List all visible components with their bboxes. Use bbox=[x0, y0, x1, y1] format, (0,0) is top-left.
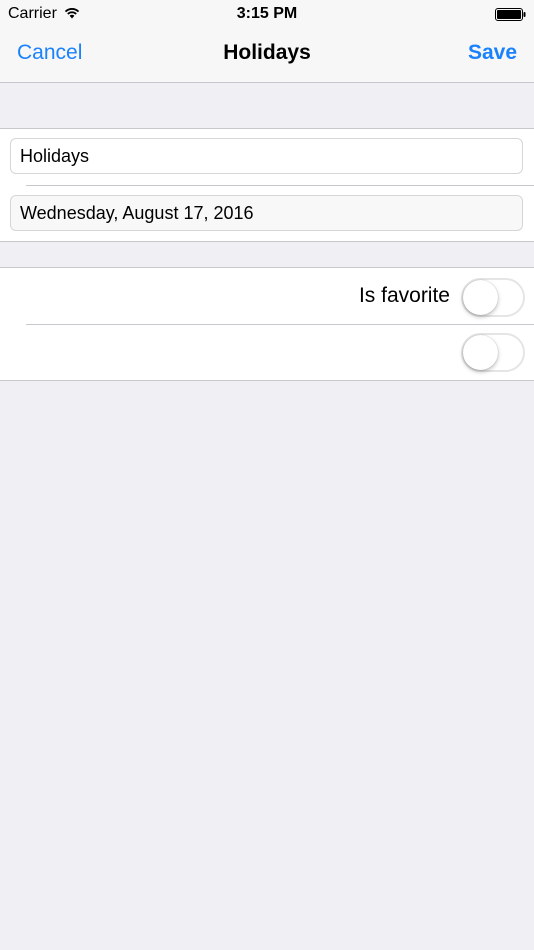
save-button[interactable]: Save bbox=[468, 41, 517, 65]
switch-knob bbox=[463, 280, 498, 315]
page-title: Holidays bbox=[223, 41, 311, 64]
status-time: 3:15 PM bbox=[236, 5, 298, 22]
options-section: Is favorite bbox=[0, 267, 534, 381]
row-separator bbox=[26, 324, 534, 325]
second-switch[interactable] bbox=[461, 333, 525, 372]
details-section: Wednesday, August 17, 2016 bbox=[0, 128, 534, 242]
switch-knob bbox=[463, 335, 498, 370]
name-field[interactable] bbox=[10, 138, 523, 174]
navigation-bar: Cancel Holidays Save bbox=[0, 28, 534, 83]
status-bar: Carrier 3:15 PM bbox=[0, 0, 534, 28]
favorite-switch[interactable] bbox=[461, 278, 525, 317]
favorite-label: Is favorite bbox=[358, 284, 450, 307]
date-field[interactable]: Wednesday, August 17, 2016 bbox=[10, 195, 523, 231]
row-separator bbox=[26, 185, 534, 186]
battery-icon bbox=[495, 8, 526, 26]
